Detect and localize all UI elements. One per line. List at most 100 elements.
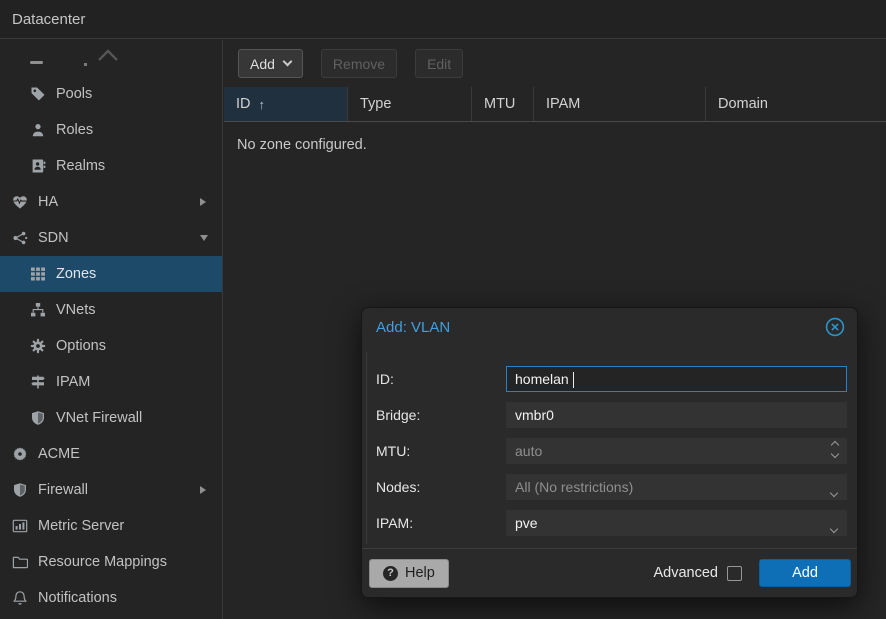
sidebar-item-vnet-firewall[interactable]: VNet Firewall	[0, 400, 222, 436]
form-row-mtu: MTU:	[376, 438, 847, 464]
chevron-down-icon	[282, 57, 292, 67]
sidebar-item-label: Options	[56, 338, 106, 354]
certificate-icon	[12, 446, 28, 462]
sidebar-item-label: IPAM	[56, 374, 90, 390]
shield-icon	[30, 410, 46, 426]
column-label: Type	[360, 96, 391, 112]
bell-icon	[12, 590, 28, 606]
sdn-nodes-icon	[12, 230, 28, 246]
sidebar-item-label: Roles	[56, 122, 93, 138]
question-circle-icon: ?	[383, 566, 398, 581]
close-icon[interactable]	[825, 317, 845, 337]
nodes-select[interactable]	[506, 474, 847, 500]
add-button[interactable]: Add	[238, 49, 303, 78]
dialog-form: ID: Bridge: MTU:	[362, 346, 857, 548]
grid-icon	[30, 266, 46, 282]
sidebar-item-notifications[interactable]: Notifications	[0, 580, 222, 616]
help-button[interactable]: ? Help	[369, 559, 449, 588]
sidebar-item-label: Notifications	[38, 590, 117, 606]
mtu-input[interactable]	[507, 439, 846, 463]
dialog-header[interactable]: Add: VLAN	[362, 308, 857, 346]
bar-chart-icon	[12, 518, 28, 534]
folder-icon	[12, 554, 28, 570]
shield-icon	[12, 482, 28, 498]
form-row-bridge: Bridge:	[376, 402, 847, 428]
ipam-select[interactable]	[506, 510, 847, 536]
proxmox-datacenter-window: Datacenter Pools Roles Realms HA SDN	[0, 0, 886, 619]
edit-button[interactable]: Edit	[415, 49, 463, 78]
sidebar-item-firewall[interactable]: Firewall	[0, 472, 222, 508]
remove-button[interactable]: Remove	[321, 49, 397, 78]
sidebar-item-options[interactable]: Options	[0, 328, 222, 364]
dropdown-caret-icon[interactable]	[831, 483, 837, 499]
bridge-input[interactable]	[507, 403, 846, 427]
sidebar-item-label: HA	[38, 194, 58, 210]
dialog-footer: ? Help Advanced Add	[362, 548, 857, 597]
sidebar-item-ipam[interactable]: IPAM	[0, 364, 222, 400]
sidebar-item-metric-server[interactable]: Metric Server	[0, 508, 222, 544]
column-label: MTU	[484, 96, 515, 112]
sidebar-item-label: Realms	[56, 158, 105, 174]
sidebar-item-pools[interactable]: Pools	[0, 76, 222, 112]
sidebar-item-ha[interactable]: HA	[0, 184, 222, 220]
sidebar-item-label: ACME	[38, 446, 80, 462]
collapse-up-icon	[97, 48, 119, 62]
text-cursor	[573, 372, 574, 388]
form-row-nodes: Nodes:	[376, 474, 847, 500]
column-label: IPAM	[546, 96, 580, 112]
gear-icon	[30, 338, 46, 354]
partial-icon	[30, 61, 43, 64]
dialog-add-button-label: Add	[792, 565, 818, 581]
chevron-down-icon[interactable]	[200, 235, 208, 241]
form-row-ipam: IPAM:	[376, 510, 847, 536]
column-label: Domain	[718, 96, 768, 112]
mtu-field-label: MTU:	[376, 443, 506, 459]
tag-icon	[30, 86, 46, 102]
ipam-input[interactable]	[507, 511, 846, 535]
sidebar-item-zones[interactable]: Zones	[0, 256, 222, 292]
sidebar-item-label: SDN	[38, 230, 69, 246]
bridge-field	[506, 402, 847, 428]
sidebar-item-label: VNets	[56, 302, 96, 318]
empty-table-message: No zone configured.	[224, 122, 886, 153]
id-input[interactable]	[507, 367, 846, 391]
chevron-right-icon[interactable]	[200, 486, 206, 494]
column-header-type[interactable]: Type	[348, 87, 472, 121]
spinner-up-icon[interactable]	[831, 441, 839, 449]
address-book-icon	[30, 158, 46, 174]
sort-asc-icon: ↑	[259, 97, 266, 112]
number-spinner[interactable]	[832, 442, 838, 457]
sidebar-item-sdn[interactable]: SDN	[0, 220, 222, 256]
mtu-field	[506, 438, 847, 464]
user-icon	[30, 122, 46, 138]
dialog-add-button[interactable]: Add	[759, 559, 851, 587]
heartbeat-icon	[12, 194, 28, 210]
sidebar-item-acme[interactable]: ACME	[0, 436, 222, 472]
sidebar-item-vnets[interactable]: VNets	[0, 292, 222, 328]
bridge-field-label: Bridge:	[376, 407, 506, 423]
id-field-label: ID:	[376, 371, 506, 387]
advanced-checkbox[interactable]	[727, 566, 742, 581]
sidebar-item-realms[interactable]: Realms	[0, 148, 222, 184]
column-header-id[interactable]: ID ↑	[224, 87, 348, 121]
sidebar-item-label: Firewall	[38, 482, 88, 498]
column-header-mtu[interactable]: MTU	[472, 87, 534, 121]
id-field	[506, 366, 847, 392]
sidebar-nav-tree: Pools Roles Realms HA SDN Zones VNets	[0, 40, 223, 619]
chevron-right-icon[interactable]	[200, 198, 206, 206]
column-header-domain[interactable]: Domain	[706, 87, 886, 121]
zones-toolbar: Add Remove Edit	[224, 40, 886, 87]
nodes-input[interactable]	[507, 475, 846, 499]
table-header-row: ID ↑ Type MTU IPAM Domain	[224, 87, 886, 122]
dropdown-caret-icon[interactable]	[831, 519, 837, 535]
sidebar-item-label: Pools	[56, 86, 92, 102]
sidebar-item-label: Resource Mappings	[38, 554, 167, 570]
spinner-down-icon[interactable]	[831, 450, 839, 458]
map-signs-icon	[30, 374, 46, 390]
sidebar-item-partial[interactable]	[0, 40, 222, 76]
sidebar-item-resource-mappings[interactable]: Resource Mappings	[0, 544, 222, 580]
sidebar-item-roles[interactable]: Roles	[0, 112, 222, 148]
column-header-ipam[interactable]: IPAM	[534, 87, 706, 121]
top-bar: Datacenter	[0, 0, 886, 39]
dialog-title: Add: VLAN	[376, 319, 450, 336]
